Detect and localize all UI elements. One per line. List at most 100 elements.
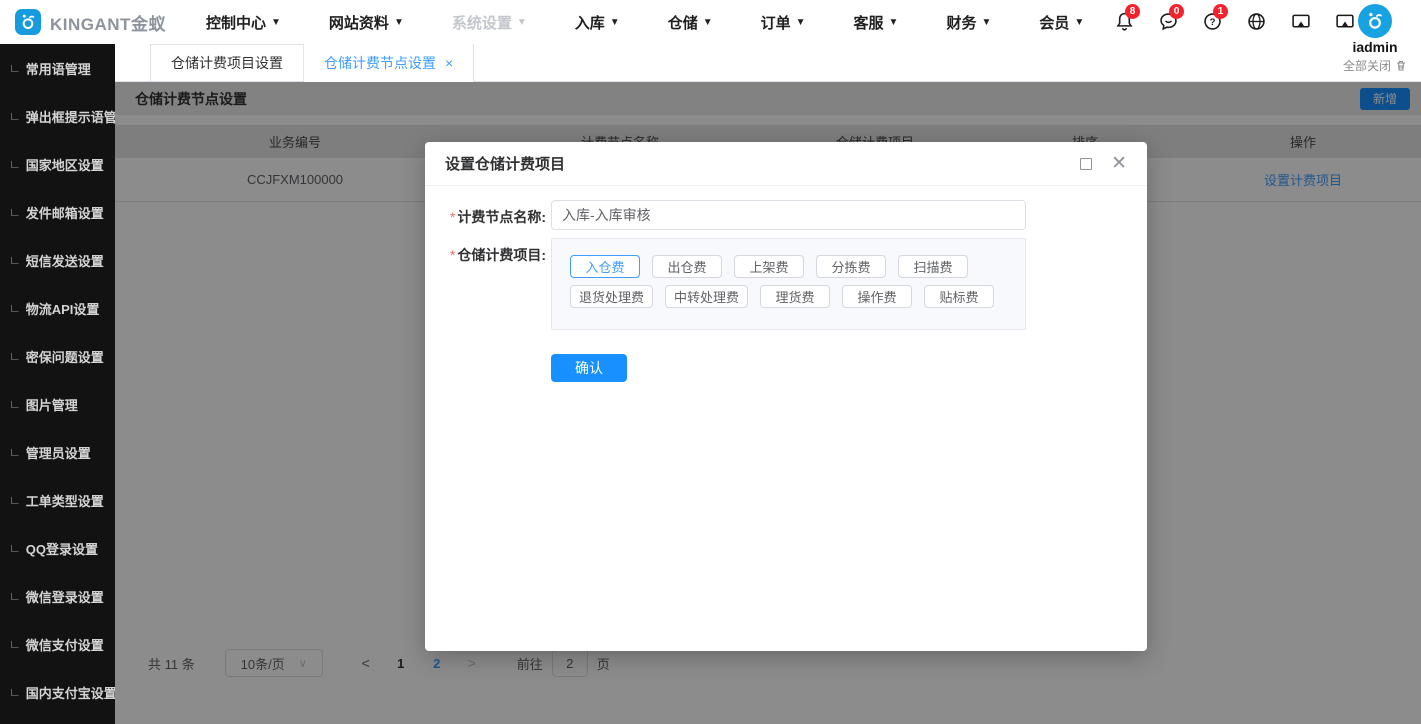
fee-items-box: 入仓费出仓费上架费分拣费扫描费退货处理费中转处理费理货费操作费贴标费 bbox=[551, 238, 1026, 330]
nav-menu-item[interactable]: 入库 ▼ bbox=[551, 12, 644, 33]
close-icon[interactable]: ✕ bbox=[1111, 154, 1127, 173]
tab-label: 仓储计费项目设置 bbox=[171, 53, 283, 73]
sidebar-item[interactable]: ∟ 工单类型设置 bbox=[0, 476, 115, 524]
close-all-tabs-button[interactable]: 全部关闭 bbox=[1337, 57, 1413, 74]
sidebar-item[interactable]: ∟物流API设置 bbox=[0, 284, 115, 332]
sidebar-item-label: 物流API设置 bbox=[26, 299, 100, 318]
chat-icon[interactable]: 0 bbox=[1158, 11, 1179, 32]
sidebar-item-label: 弹出框提示语管理 bbox=[26, 107, 115, 126]
node-name-input[interactable] bbox=[551, 200, 1026, 230]
submenu-corner-icon: ∟ bbox=[9, 253, 21, 267]
chevron-down-icon: ▼ bbox=[981, 17, 991, 28]
sidebar-item[interactable]: ∟ QQ登录设置 bbox=[0, 524, 115, 572]
sidebar-item[interactable]: ∟管理员设置 bbox=[0, 428, 115, 476]
sidebar-item[interactable]: ∟微信登录设置 bbox=[0, 572, 115, 620]
tab-active[interactable]: 仓储计费节点设置 × bbox=[304, 44, 474, 82]
submenu-corner-icon: ∟ bbox=[9, 589, 21, 603]
fee-item-button[interactable]: 中转处理费 bbox=[665, 285, 748, 308]
nav-menu-item[interactable]: 客服 ▼ bbox=[830, 12, 923, 33]
help-icon[interactable]: ?1 bbox=[1202, 11, 1223, 32]
sidebar-item[interactable]: ∟ 短信发送设置 bbox=[0, 236, 115, 284]
node-name-row: *计费节点名称: bbox=[425, 200, 1147, 230]
submenu-corner-icon: ∟ bbox=[9, 61, 21, 75]
notification-badge: 8 bbox=[1125, 4, 1140, 19]
maximize-icon[interactable] bbox=[1080, 158, 1092, 170]
tab-inactive[interactable]: 仓储计费项目设置 bbox=[150, 44, 304, 82]
dialog-header: 设置仓储计费项目 ✕ bbox=[425, 142, 1147, 186]
trash-icon[interactable] bbox=[1395, 59, 1407, 72]
fee-item-button[interactable]: 贴标费 bbox=[924, 285, 994, 308]
chevron-down-icon: ▼ bbox=[889, 17, 899, 28]
fee-item-button[interactable]: 操作费 bbox=[842, 285, 912, 308]
chevron-down-icon: ▼ bbox=[517, 17, 527, 28]
fee-item-button[interactable]: 分拣费 bbox=[816, 255, 886, 278]
bell-icon[interactable]: 8 bbox=[1114, 11, 1135, 32]
sidebar-item-label: 图片管理 bbox=[26, 395, 78, 414]
submenu-corner-icon: ∟ bbox=[9, 349, 21, 363]
submenu-corner-icon: ∟ bbox=[9, 397, 21, 411]
nav-menu-label: 入库 bbox=[575, 12, 605, 33]
fee-items-label: *仓储计费项目: bbox=[425, 238, 546, 330]
sidebar-item-label: QQ登录设置 bbox=[26, 539, 98, 558]
node-name-label: *计费节点名称: bbox=[425, 200, 546, 230]
fee-item-button[interactable]: 扫描费 bbox=[898, 255, 968, 278]
fee-item-button[interactable]: 理货费 bbox=[760, 285, 830, 308]
sidebar-item[interactable]: ∟国家地区设置 bbox=[0, 140, 115, 188]
sidebar-item-label: 常用语管理 bbox=[26, 59, 91, 78]
sidebar-item-label: 工单类型设置 bbox=[26, 491, 104, 510]
submenu-corner-icon: ∟ bbox=[9, 205, 21, 219]
sidebar-item-label: 发件邮箱设置 bbox=[26, 203, 104, 222]
nav-menu-item[interactable]: 会员▼ bbox=[1015, 12, 1108, 33]
sidebar-item[interactable]: ∟ 密保问题设置 bbox=[0, 332, 115, 380]
fee-item-button[interactable]: 出仓费 bbox=[652, 255, 722, 278]
sidebar-item[interactable]: ∟ 发件邮箱设置 bbox=[0, 188, 115, 236]
nav-menu-label: 客服 bbox=[854, 12, 884, 33]
sidebar-item[interactable]: ∟微信支付设置 bbox=[0, 620, 115, 668]
sidebar-item-label: 微信支付设置 bbox=[26, 635, 104, 654]
ant-logo-icon bbox=[15, 9, 41, 35]
tab-label: 仓储计费节点设置 bbox=[324, 53, 436, 73]
brand-name: KINGANT金蚁 bbox=[50, 10, 166, 35]
tab-strip: 仓储计费项目设置 仓储计费节点设置 × bbox=[115, 44, 1421, 82]
sidebar-item-label: 密保问题设置 bbox=[26, 347, 104, 366]
navbar-icons: 8 0 ?1 bbox=[1114, 11, 1355, 32]
required-star: * bbox=[450, 247, 455, 263]
dialog-body: *计费节点名称: *仓储计费项目: 入仓费出仓费上架费分拣费扫描费退货处理费中转… bbox=[425, 186, 1147, 382]
fee-items-row: *仓储计费项目: 入仓费出仓费上架费分拣费扫描费退货处理费中转处理费理货费操作费… bbox=[425, 238, 1147, 330]
nav-menu-item[interactable]: 网站资料 ▼ bbox=[305, 12, 428, 33]
set-fee-items-dialog: 设置仓储计费项目 ✕ *计费节点名称: *仓储计费项目: 入仓费出仓费上架费分拣… bbox=[425, 142, 1147, 651]
nav-menu-label: 网站资料 bbox=[329, 12, 389, 33]
nav-menu-item[interactable]: 控制中心▼ bbox=[182, 12, 305, 33]
sidebar-item[interactable]: ∟国内支付宝设置 bbox=[0, 668, 115, 716]
fee-item-button[interactable]: 退货处理费 bbox=[570, 285, 653, 308]
sidebar: ∟常用语管理∟弹出框提示语管理∟国家地区设置∟发件邮箱设置∟短信发送设置∟物流A… bbox=[0, 44, 115, 724]
fee-item-button-selected[interactable]: 入仓费 bbox=[570, 255, 640, 278]
confirm-button[interactable]: 确认 bbox=[551, 354, 627, 382]
submenu-corner-icon: ∟ bbox=[9, 445, 21, 459]
sidebar-item-label: 国家地区设置 bbox=[26, 155, 104, 174]
chevron-down-icon: ▼ bbox=[394, 17, 404, 28]
screen-share-icon[interactable] bbox=[1290, 11, 1311, 32]
nav-menu-label: 仓储 bbox=[668, 12, 698, 33]
chevron-down-icon: ▼ bbox=[271, 17, 281, 28]
submenu-corner-icon: ∟ bbox=[9, 541, 21, 555]
sidebar-item[interactable]: ∟弹出框提示语管理 bbox=[0, 92, 115, 140]
sidebar-item-label: 短信发送设置 bbox=[26, 251, 104, 270]
sidebar-item[interactable]: ∟ 图片管理 bbox=[0, 380, 115, 428]
tab-close-icon[interactable]: × bbox=[445, 55, 453, 71]
brand-logo[interactable]: KINGANT金蚁 bbox=[0, 9, 170, 35]
nav-menu-item[interactable]: 仓储 ▼ bbox=[644, 12, 737, 33]
fee-item-button[interactable]: 上架费 bbox=[734, 255, 804, 278]
nav-menu-item[interactable]: 系统设置▼ bbox=[428, 12, 551, 33]
globe-icon[interactable] bbox=[1246, 11, 1267, 32]
user-avatar[interactable] bbox=[1358, 4, 1392, 38]
sidebar-item[interactable]: ∟ 常用语管理 bbox=[0, 44, 115, 92]
nav-menu-item[interactable]: 财务▼ bbox=[922, 12, 1015, 33]
user-block: iadmin 全部关闭 bbox=[1337, 4, 1413, 74]
submenu-corner-icon: ∟ bbox=[9, 493, 21, 507]
close-all-label: 全部关闭 bbox=[1343, 57, 1391, 74]
nav-menu-item[interactable]: 订单▼ bbox=[737, 12, 830, 33]
chevron-down-icon: ▼ bbox=[610, 17, 620, 28]
chevron-down-icon: ▼ bbox=[703, 17, 713, 28]
required-star: * bbox=[450, 209, 455, 225]
